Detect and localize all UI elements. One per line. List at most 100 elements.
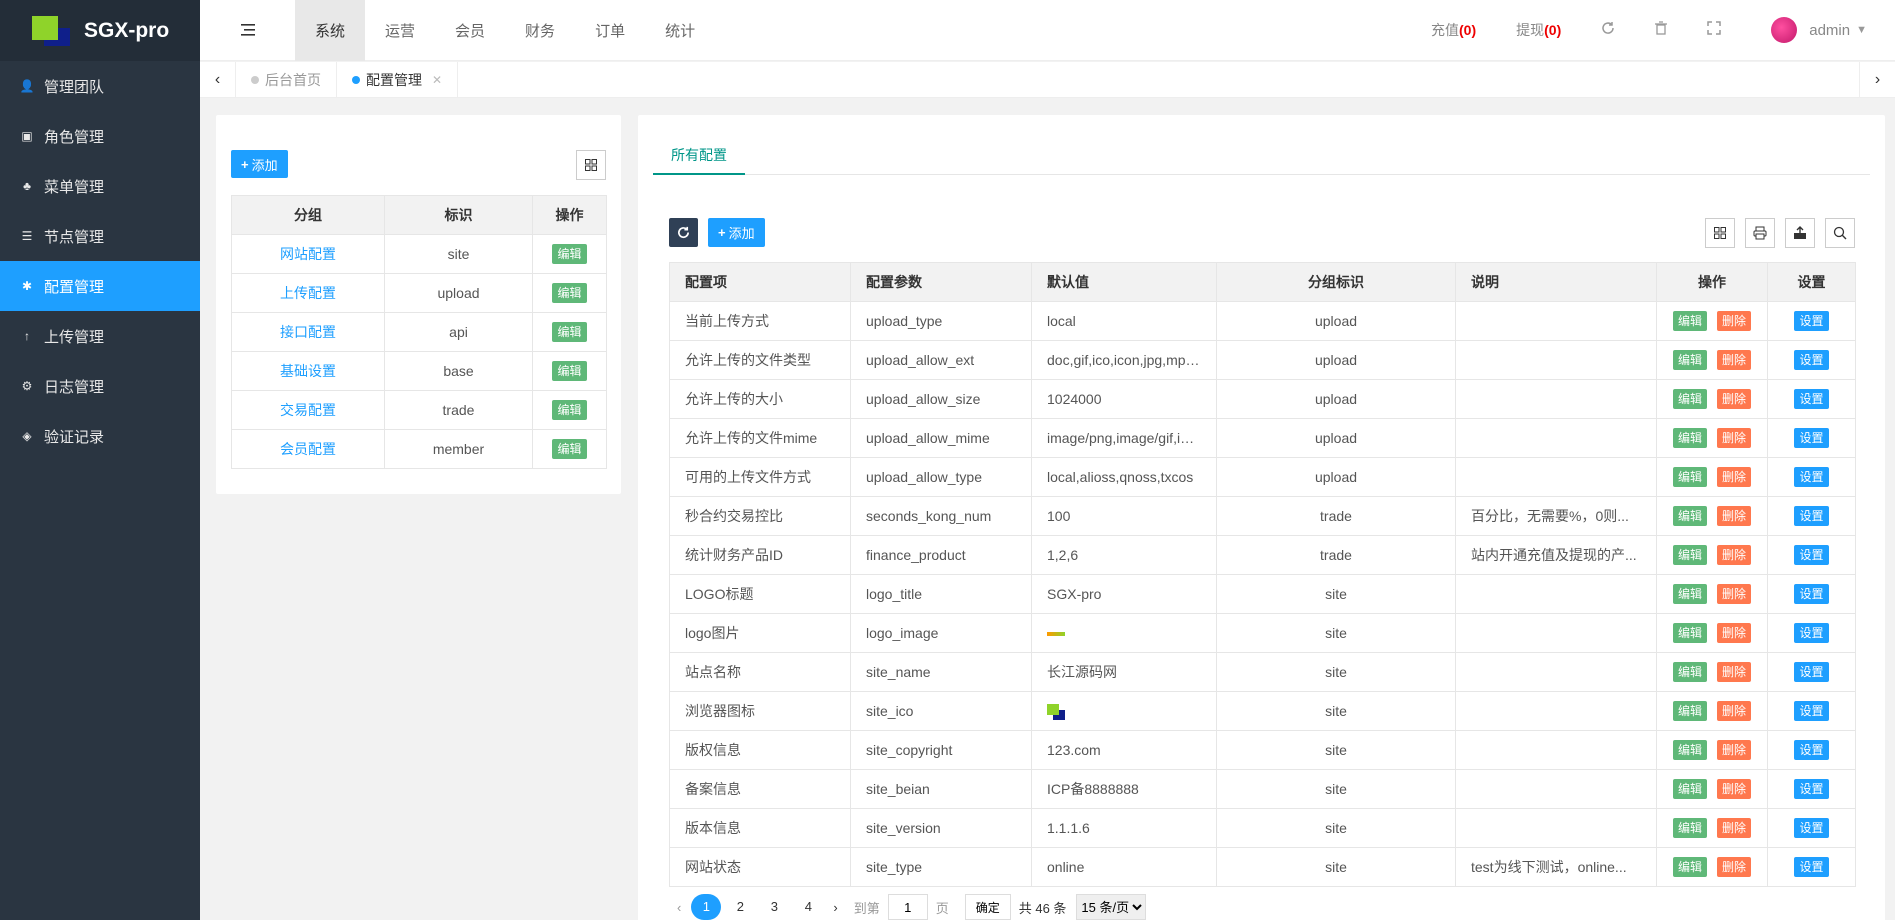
sidebar-item-4[interactable]: ✱ 配置管理 [0,261,200,311]
top-tab-4[interactable]: 订单 [575,0,645,61]
edit-button[interactable]: 编辑 [1673,350,1708,370]
settings-button[interactable]: 设置 [1794,311,1829,331]
page-number[interactable]: 3 [759,894,789,920]
edit-button[interactable]: 编辑 [552,361,587,381]
delete-button[interactable]: 删除 [1716,857,1751,877]
avatar[interactable] [1771,17,1798,43]
add-config-button[interactable]: + 添加 [708,218,765,247]
refresh-table-button[interactable] [669,218,698,247]
page-number[interactable]: 1 [691,894,722,920]
sidebar-item-7[interactable]: ◈ 验证记录 [0,411,200,461]
print-icon[interactable] [1745,218,1775,248]
sidebar-item-2[interactable]: ♣ 菜单管理 [0,161,200,211]
edit-button[interactable]: 编辑 [1673,506,1708,526]
edit-button[interactable]: 编辑 [1673,623,1708,643]
recharge-link[interactable]: 充值 (0) [1411,20,1496,40]
columns-icon[interactable] [576,150,606,180]
settings-button[interactable]: 设置 [1794,623,1829,643]
edit-button[interactable]: 编辑 [552,283,587,303]
delete-button[interactable]: 删除 [1716,623,1751,643]
delete-button[interactable]: 删除 [1716,818,1751,838]
delete-button[interactable]: 删除 [1716,350,1751,370]
edit-button[interactable]: 编辑 [1673,389,1708,409]
top-tab-3[interactable]: 财务 [505,0,575,61]
page-tab-1[interactable]: 配置管理 ✕ [337,61,459,98]
top-tab-2[interactable]: 会员 [435,0,505,61]
tab-all-configs[interactable]: 所有配置 [653,135,745,175]
delete-button[interactable]: 删除 [1716,545,1751,565]
delete-button[interactable]: 删除 [1716,584,1751,604]
export-icon[interactable] [1785,218,1815,248]
prev-page-icon[interactable]: ‹ [669,900,689,915]
search-icon[interactable] [1825,218,1855,248]
group-name-link[interactable]: 接口配置 [231,312,385,352]
top-tab-1[interactable]: 运营 [365,0,435,61]
settings-button[interactable]: 设置 [1794,779,1829,799]
sidebar-item-5[interactable]: ↑ 上传管理 [0,311,200,361]
delete-button[interactable]: 删除 [1716,428,1751,448]
delete-button[interactable]: 删除 [1716,311,1751,331]
edit-button[interactable]: 编辑 [1673,818,1708,838]
edit-button[interactable]: 编辑 [1673,428,1708,448]
delete-button[interactable]: 删除 [1716,662,1751,682]
fullscreen-icon[interactable] [1687,21,1741,39]
user-name[interactable]: admin [1809,22,1850,39]
trash-icon[interactable] [1635,21,1687,39]
delete-button[interactable]: 删除 [1716,779,1751,799]
delete-button[interactable]: 删除 [1716,389,1751,409]
group-name-link[interactable]: 会员配置 [231,429,385,469]
delete-button[interactable]: 删除 [1716,467,1751,487]
confirm-page-button[interactable]: 确定 [964,894,1011,920]
page-size-select[interactable]: 15 条/页 [1076,894,1147,920]
edit-button[interactable]: 编辑 [1673,545,1708,565]
settings-button[interactable]: 设置 [1794,818,1829,838]
chevron-down-icon[interactable]: ▼ [1856,24,1867,36]
delete-button[interactable]: 删除 [1716,506,1751,526]
edit-button[interactable]: 编辑 [1673,662,1708,682]
settings-button[interactable]: 设置 [1794,506,1829,526]
settings-button[interactable]: 设置 [1794,545,1829,565]
goto-page-input[interactable] [887,894,928,920]
settings-button[interactable]: 设置 [1794,584,1829,604]
sidebar-item-6[interactable]: ⚙ 日志管理 [0,361,200,411]
group-name-link[interactable]: 上传配置 [231,273,385,313]
page-tab-0[interactable]: 后台首页 [236,61,337,98]
refresh-icon[interactable] [1581,21,1635,39]
edit-button[interactable]: 编辑 [552,400,587,420]
group-name-link[interactable]: 交易配置 [231,390,385,430]
edit-button[interactable]: 编辑 [552,244,587,264]
edit-button[interactable]: 编辑 [1673,740,1708,760]
edit-button[interactable]: 编辑 [1673,857,1708,877]
group-name-link[interactable]: 基础设置 [231,351,385,391]
top-tab-5[interactable]: 统计 [645,0,715,61]
settings-button[interactable]: 设置 [1794,701,1829,721]
sidebar-item-1[interactable]: ▣ 角色管理 [0,111,200,161]
edit-button[interactable]: 编辑 [1673,779,1708,799]
settings-button[interactable]: 设置 [1794,857,1829,877]
delete-button[interactable]: 删除 [1716,701,1751,721]
edit-button[interactable]: 编辑 [1673,311,1708,331]
edit-button[interactable]: 编辑 [552,322,587,342]
page-number[interactable]: 2 [725,894,755,920]
add-group-button[interactable]: + 添加 [231,150,288,178]
settings-button[interactable]: 设置 [1794,662,1829,682]
columns-icon[interactable] [1705,218,1735,248]
settings-button[interactable]: 设置 [1794,428,1829,448]
brand-logo[interactable]: SGX-pro [0,0,200,61]
delete-button[interactable]: 删除 [1716,740,1751,760]
settings-button[interactable]: 设置 [1794,350,1829,370]
menu-toggle-icon[interactable] [200,0,295,61]
withdraw-link[interactable]: 提现 (0) [1496,20,1581,40]
sidebar-item-0[interactable]: 👤 管理团队 [0,61,200,111]
edit-button[interactable]: 编辑 [552,439,587,459]
settings-button[interactable]: 设置 [1794,467,1829,487]
edit-button[interactable]: 编辑 [1673,701,1708,721]
edit-button[interactable]: 编辑 [1673,467,1708,487]
close-icon[interactable]: ✕ [432,73,442,87]
chevron-right-icon[interactable]: › [1859,61,1895,98]
sidebar-item-3[interactable]: ☰ 节点管理 [0,211,200,261]
next-page-icon[interactable]: › [825,900,845,915]
edit-button[interactable]: 编辑 [1673,584,1708,604]
settings-button[interactable]: 设置 [1794,740,1829,760]
settings-button[interactable]: 设置 [1794,389,1829,409]
